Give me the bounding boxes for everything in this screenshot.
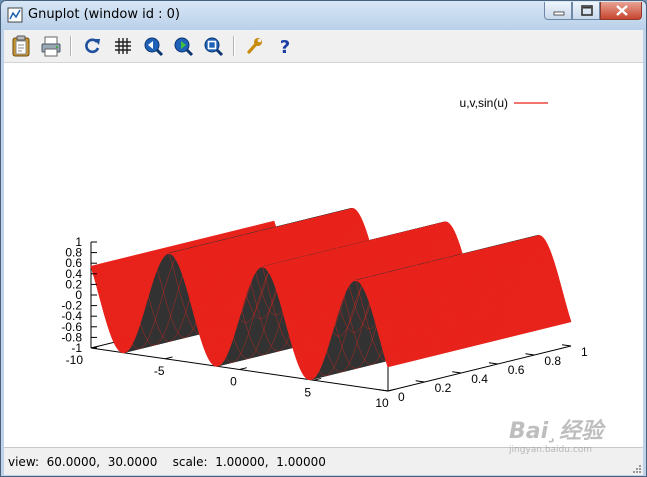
x-tick	[239, 367, 247, 370]
toolbar-separator	[70, 36, 72, 56]
watermark: Bai¸经验 jingyan.baidu.com	[509, 413, 603, 455]
watermark-logo: Bai¸经验	[509, 419, 604, 444]
y-tick	[379, 389, 389, 392]
maximize-button[interactable]	[572, 2, 600, 20]
window-title: Gnuplot (window id : 0)	[28, 7, 180, 22]
previous-zoom-button[interactable]	[142, 35, 164, 57]
next-zoom-button[interactable]	[172, 35, 194, 57]
replot-button[interactable]	[81, 35, 103, 57]
legend: u,v,sin(u)	[460, 96, 548, 110]
clipboard-icon	[12, 35, 30, 57]
title-bar[interactable]: Gnuplot (window id : 0)	[1, 1, 646, 30]
plot-area[interactable]: -10 -5 0 5 10 0 0.2 0.4 0.6 0.8 1 1 0.8 0.6 0.4 0.2 0 -0.…	[4, 63, 643, 447]
print-button[interactable]	[40, 35, 62, 57]
y-tick-label: 0.8	[544, 354, 561, 368]
toolbar: ?	[4, 30, 643, 63]
legend-label: u,v,sin(u)	[460, 96, 508, 110]
x-tick-label: -10	[66, 353, 84, 367]
y-tick	[415, 380, 425, 383]
resize-grip-icon[interactable]	[631, 463, 641, 473]
y-tick	[525, 353, 535, 356]
x-tick-label: -5	[154, 364, 165, 378]
wrench-icon	[247, 38, 262, 54]
y-tick	[562, 344, 572, 347]
grid-icon	[115, 38, 131, 54]
y-tick-label: 0	[398, 390, 405, 404]
gnuplot-window: Gnuplot (window id : 0) ? -10 -5 0 5 10 …	[0, 0, 647, 477]
zoom-fit-icon	[204, 37, 224, 57]
close-icon	[616, 5, 628, 16]
toolbar-separator	[233, 36, 235, 56]
y-tick-label: 0.6	[508, 363, 525, 377]
maximize-icon	[581, 5, 593, 16]
help-button[interactable]: ?	[274, 35, 296, 57]
zoom-back-icon	[144, 37, 164, 57]
y-tick	[452, 371, 462, 374]
x-tick-label: 0	[230, 375, 237, 389]
options-button[interactable]	[243, 35, 265, 57]
watermark-url: jingyan.baidu.com	[509, 445, 593, 455]
x-tick-label: 5	[304, 385, 311, 399]
minimize-icon	[553, 11, 565, 16]
surface-plot	[90, 208, 572, 381]
refresh-icon	[85, 38, 100, 54]
gnuplot-app-icon	[7, 7, 23, 23]
y-tick-label: 0.2	[435, 381, 452, 395]
toggle-grid-button[interactable]	[112, 35, 134, 57]
autoscale-button[interactable]	[202, 35, 224, 57]
question-icon: ?	[280, 37, 290, 57]
printer-icon	[41, 36, 61, 57]
surface-chart: -10-50510 00.20.40.60.8110.80.60.40.20-0.…	[61, 96, 588, 410]
y-tick-label: 0.4	[471, 372, 488, 386]
y-tick-label: 1	[581, 345, 588, 359]
x-tick	[387, 388, 396, 392]
svg-text:?: ?	[280, 37, 290, 57]
x-tick-label: 10	[375, 396, 389, 410]
minimize-button[interactable]	[544, 2, 572, 20]
copy-to-clipboard-button[interactable]	[10, 35, 32, 57]
zoom-forward-icon	[174, 37, 194, 57]
view-status: view: 60.0000, 30.0000 scale: 1.00000, 1…	[8, 455, 326, 469]
close-button[interactable]	[600, 2, 642, 20]
x-tick	[165, 356, 173, 360]
y-tick	[488, 362, 498, 365]
z-tick-label: -1	[71, 341, 82, 355]
